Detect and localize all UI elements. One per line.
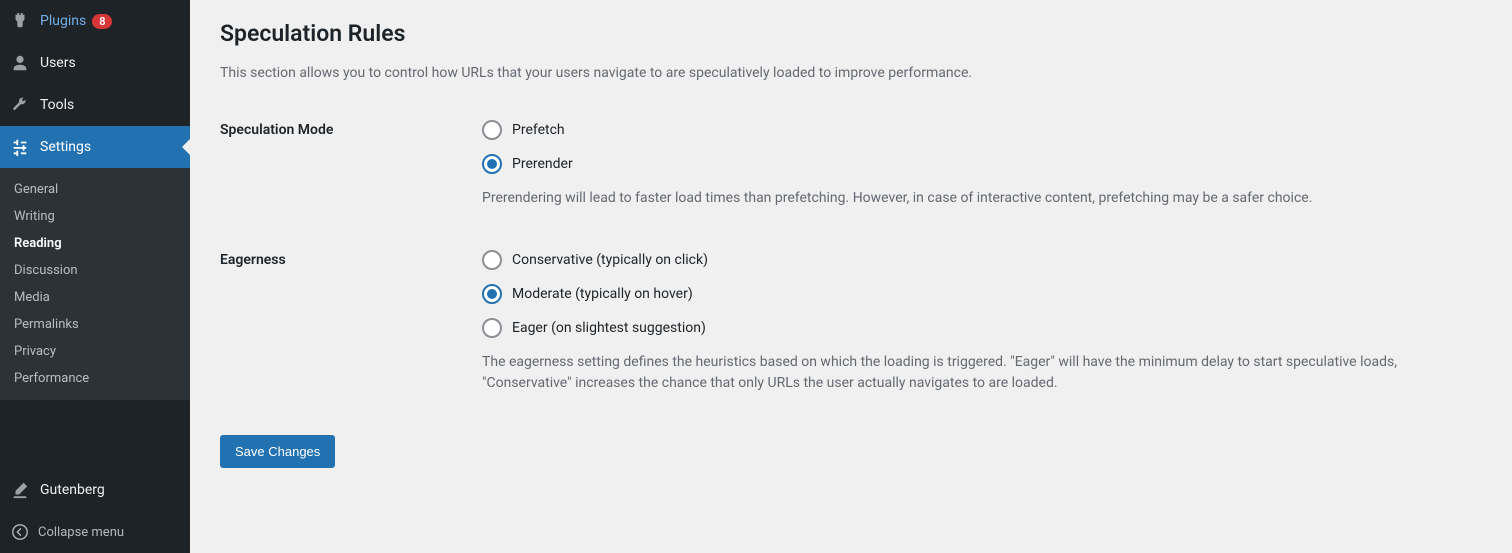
radio-moderate[interactable]: Moderate (typically on hover)	[482, 284, 1482, 304]
collapse-label: Collapse menu	[38, 525, 124, 540]
submenu-item-media[interactable]: Media	[0, 284, 190, 311]
radio-input[interactable]	[482, 284, 502, 304]
user-icon	[10, 53, 30, 73]
sidebar-item-label: Users	[40, 55, 76, 71]
plugin-icon	[10, 11, 30, 31]
submenu-item-discussion[interactable]: Discussion	[0, 257, 190, 284]
admin-sidebar: Plugins 8 Users Tools Settings General W…	[0, 0, 190, 553]
speculation-mode-row: Speculation Mode Prefetch Prerender Prer…	[220, 120, 1482, 210]
save-button[interactable]: Save Changes	[220, 435, 335, 468]
sliders-icon	[10, 137, 30, 157]
submenu-item-general[interactable]: General	[0, 176, 190, 203]
radio-label: Conservative (typically on click)	[512, 252, 708, 268]
submenu-item-performance[interactable]: Performance	[0, 365, 190, 392]
collapse-icon	[10, 522, 30, 542]
eagerness-row: Eagerness Conservative (typically on cli…	[220, 250, 1482, 395]
sidebar-item-users[interactable]: Users	[0, 42, 190, 84]
radio-label: Prefetch	[512, 122, 565, 138]
eagerness-help-text: The eagerness setting defines the heuris…	[482, 352, 1462, 395]
mode-help-text: Prerendering will lead to faster load ti…	[482, 188, 1462, 210]
sidebar-item-label: Settings	[40, 139, 91, 155]
sidebar-item-label: Tools	[40, 97, 74, 113]
sidebar-item-settings[interactable]: Settings	[0, 126, 190, 168]
radio-label: Moderate (typically on hover)	[512, 286, 693, 302]
submenu-item-writing[interactable]: Writing	[0, 203, 190, 230]
submenu-item-reading[interactable]: Reading	[0, 230, 190, 257]
sidebar-item-gutenberg[interactable]: Gutenberg	[0, 469, 190, 511]
settings-submenu: General Writing Reading Discussion Media…	[0, 168, 190, 400]
radio-input[interactable]	[482, 250, 502, 270]
speculation-mode-label: Speculation Mode	[220, 120, 482, 210]
page-title: Speculation Rules	[220, 20, 1482, 47]
collapse-menu-button[interactable]: Collapse menu	[0, 511, 190, 553]
plugins-update-badge: 8	[92, 14, 112, 29]
radio-input[interactable]	[482, 318, 502, 338]
sidebar-item-label: Gutenberg	[40, 482, 105, 498]
radio-eager[interactable]: Eager (on slightest suggestion)	[482, 318, 1482, 338]
sidebar-item-plugins[interactable]: Plugins 8	[0, 0, 190, 42]
sidebar-item-label: Plugins	[40, 13, 86, 29]
radio-label: Eager (on slightest suggestion)	[512, 320, 706, 336]
submenu-item-permalinks[interactable]: Permalinks	[0, 311, 190, 338]
wrench-icon	[10, 95, 30, 115]
page-description: This section allows you to control how U…	[220, 63, 1482, 84]
radio-input[interactable]	[482, 120, 502, 140]
radio-label: Prerender	[512, 156, 573, 172]
submenu-item-privacy[interactable]: Privacy	[0, 338, 190, 365]
sidebar-item-tools[interactable]: Tools	[0, 84, 190, 126]
radio-input[interactable]	[482, 154, 502, 174]
radio-prerender[interactable]: Prerender	[482, 154, 1482, 174]
main-content: Speculation Rules This section allows yo…	[190, 0, 1512, 553]
edit-icon	[10, 480, 30, 500]
radio-prefetch[interactable]: Prefetch	[482, 120, 1482, 140]
eagerness-label: Eagerness	[220, 250, 482, 395]
radio-conservative[interactable]: Conservative (typically on click)	[482, 250, 1482, 270]
